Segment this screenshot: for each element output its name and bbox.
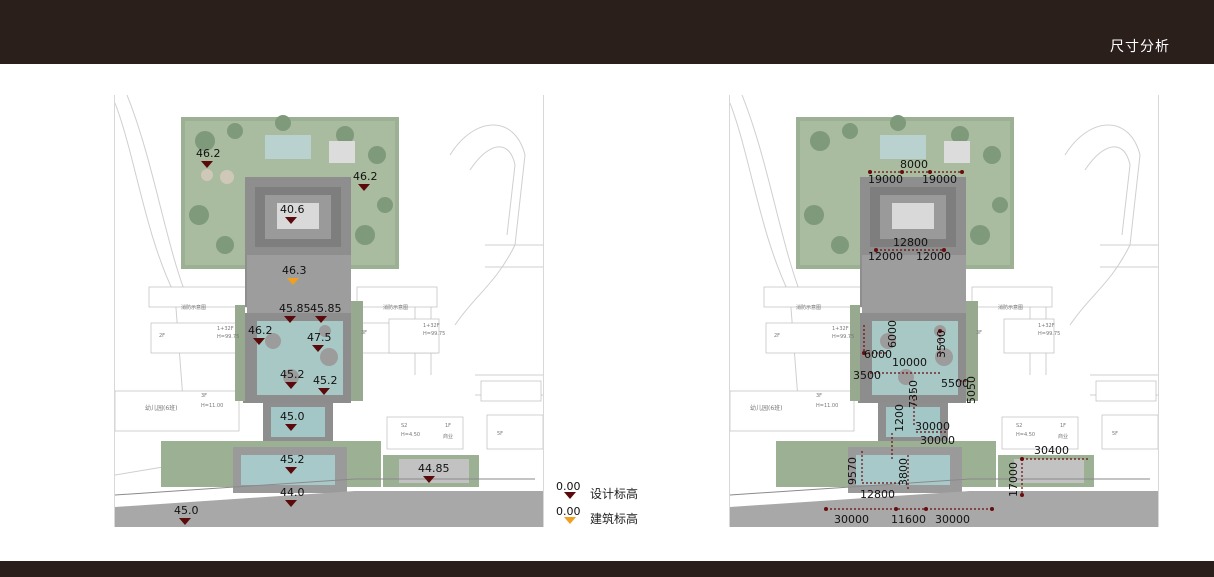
- design-elevation-marker-icon: [564, 492, 576, 499]
- elevation-value: 46.2: [196, 147, 221, 160]
- design-elevation-marker-icon: [285, 500, 297, 507]
- dimension-value: 7350: [907, 380, 920, 408]
- dimension-value: 30000: [920, 434, 955, 447]
- footer-bar: [0, 561, 1214, 577]
- dimension-value: 1200: [893, 404, 906, 432]
- dimension-value: 17000: [1007, 462, 1020, 497]
- design-elevation-marker-icon: [179, 518, 191, 525]
- dimension-value: 30000: [935, 513, 970, 526]
- dimension-value: 30000: [915, 420, 950, 433]
- design-elevation-marker-icon: [358, 184, 370, 191]
- elevation-value: 46.3: [282, 264, 307, 277]
- legend-label: 设计标高: [590, 487, 639, 501]
- elevation-value: 45.85: [279, 302, 311, 315]
- dimension-value: 30400: [1034, 444, 1069, 457]
- elevation-value: 47.5: [307, 331, 332, 344]
- design-elevation-marker-icon: [285, 467, 297, 474]
- dimension-value: 12800: [893, 236, 928, 249]
- design-elevation-marker-icon: [201, 161, 213, 168]
- design-elevation-marker-icon: [312, 345, 324, 352]
- page-title: 尺寸分析: [1110, 39, 1170, 55]
- dimension-value: 8000: [900, 158, 928, 171]
- dimension-value: 12000: [916, 250, 951, 263]
- dimension-value: 19000: [868, 173, 903, 186]
- design-elevation-marker-icon: [285, 382, 297, 389]
- design-elevation-marker-icon: [285, 217, 297, 224]
- dimension-value: 3800: [897, 458, 910, 486]
- elevation-value: 46.2: [248, 324, 273, 337]
- design-elevation-marker-icon: [284, 316, 296, 323]
- elevation-value: 44.85: [418, 462, 450, 475]
- dimension-value: 6000: [886, 320, 899, 348]
- dimension-value: 19000: [922, 173, 957, 186]
- elevation-value: 44.0: [280, 486, 305, 499]
- dimension-value: 10000: [892, 356, 927, 369]
- dimension-value: 12000: [868, 250, 903, 263]
- dimension-value: 11600: [891, 513, 926, 526]
- elevation-value: 45.0: [174, 504, 199, 517]
- design-elevation-marker-icon: [318, 388, 330, 395]
- elevation-value: 45.0: [280, 410, 305, 423]
- site-plan-dimension: 消防示意图 消防示意图 1+32F H=99.75 2F 3F 1+32F H=…: [729, 95, 1159, 527]
- design-elevation-marker-icon: [423, 476, 435, 483]
- site-plan-drawing: [730, 95, 1158, 527]
- legend-label: 建筑标高: [590, 512, 639, 526]
- elevation-value: 45.2: [313, 374, 338, 387]
- design-elevation-marker-icon: [253, 338, 265, 345]
- dimension-value: 12800: [860, 488, 895, 501]
- elevation-value: 45.2: [280, 453, 305, 466]
- design-elevation-marker-icon: [285, 424, 297, 431]
- building-elevation-marker-icon: [564, 517, 576, 524]
- elevation-value: 40.6: [280, 203, 305, 216]
- dimension-value: 5050: [965, 376, 978, 404]
- header-bar: 尺寸分析: [0, 0, 1214, 64]
- dimension-value: 6000: [864, 348, 892, 361]
- elevation-value: 45.2: [280, 368, 305, 381]
- building-elevation-marker-icon: [287, 278, 299, 285]
- design-elevation-marker-icon: [315, 316, 327, 323]
- elevation-value: 46.2: [353, 170, 378, 183]
- dimension-value: 30000: [834, 513, 869, 526]
- dimension-value: 3500: [853, 369, 881, 382]
- dimension-value: 3500: [935, 330, 948, 358]
- dimension-value: 9570: [846, 457, 859, 485]
- elevation-value: 45.85: [310, 302, 342, 315]
